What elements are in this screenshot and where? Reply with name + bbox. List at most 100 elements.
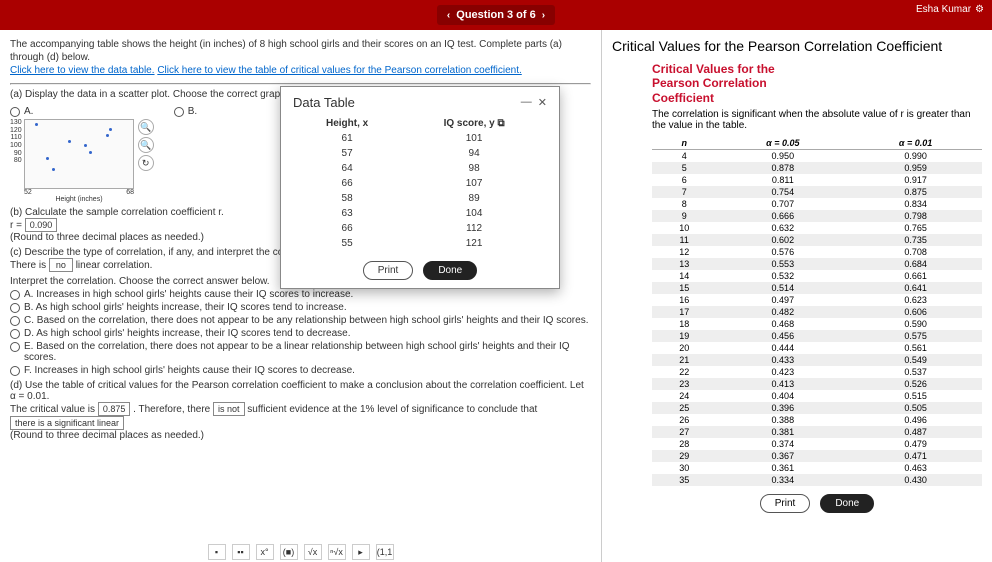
interp-opt-d[interactable]: D. As high school girls' heights increas… <box>10 328 591 339</box>
table-row: 110.6020.735 <box>652 234 982 246</box>
tool-more[interactable]: ▸ <box>352 544 370 560</box>
cell-n: 11 <box>652 234 716 246</box>
close-icon[interactable]: ✕ <box>538 96 547 109</box>
radio-c-d[interactable] <box>10 329 20 339</box>
is-not-dropdown[interactable]: is not <box>213 402 245 416</box>
tool-nth-root[interactable]: ⁿ√x <box>328 544 346 560</box>
table-row: 100.6320.765 <box>652 222 982 234</box>
cell-05: 0.396 <box>716 402 849 414</box>
cell-01: 0.515 <box>849 390 982 402</box>
interp-opt-f[interactable]: F. Increases in high school girls' heigh… <box>10 365 591 376</box>
tool-sqrt[interactable]: √x <box>304 544 322 560</box>
cell-n: 13 <box>652 258 716 270</box>
cell-01: 0.606 <box>849 306 982 318</box>
r-value-input[interactable]: 0.090 <box>25 218 58 232</box>
cell-n: 15 <box>652 282 716 294</box>
table-row: 260.3880.496 <box>652 414 982 426</box>
radio-c-f[interactable] <box>10 366 20 376</box>
scatter-plot-a[interactable] <box>24 119 134 189</box>
tool-point[interactable]: (1,1 <box>376 544 394 560</box>
next-question-button[interactable]: › <box>542 10 545 21</box>
option-a-row[interactable]: A. <box>10 106 154 117</box>
cell-n: 22 <box>652 366 716 378</box>
radio-c-a[interactable] <box>10 290 20 300</box>
interp-opt-a[interactable]: A. Increases in high school girls' heigh… <box>10 289 591 300</box>
prev-question-button[interactable]: ‹ <box>447 10 450 21</box>
correlation-type-dropdown[interactable]: no <box>49 258 73 272</box>
table-row: 220.4230.537 <box>652 366 982 378</box>
table-row: 5889 <box>293 191 547 206</box>
cell-n: 5 <box>652 162 716 174</box>
table-row: 290.3670.471 <box>652 450 982 462</box>
cell-05: 0.444 <box>716 342 849 354</box>
cell-05: 0.666 <box>716 210 849 222</box>
cell-y: 121 <box>401 236 547 251</box>
radio-b[interactable] <box>174 107 184 117</box>
table-row: 230.4130.526 <box>652 378 982 390</box>
intro-text: The accompanying table shows the height … <box>10 39 562 63</box>
cell-01: 0.623 <box>849 294 982 306</box>
critical-value-input[interactable]: 0.875 <box>98 402 131 416</box>
reset-icon[interactable]: ↻ <box>138 155 154 171</box>
copy-icon[interactable]: ⧉ <box>497 118 504 129</box>
table-row: 60.8110.917 <box>652 174 982 186</box>
cell-05: 0.456 <box>716 330 849 342</box>
table-row: 250.3960.505 <box>652 402 982 414</box>
radio-a[interactable] <box>10 107 20 117</box>
view-critical-values-link[interactable]: Click here to view the table of critical… <box>157 65 521 76</box>
cell-n: 24 <box>652 390 716 402</box>
settings-icon[interactable]: ⚙ <box>975 4 984 15</box>
radio-c-e[interactable] <box>10 342 20 352</box>
cell-01: 0.708 <box>849 246 982 258</box>
interp-opt-c[interactable]: C. Based on the correlation, there does … <box>10 315 591 326</box>
table-row: 240.4040.515 <box>652 390 982 402</box>
part-d-prompt: (d) Use the table of critical values for… <box>10 380 591 402</box>
cell-n: 20 <box>652 342 716 354</box>
interp-opt-b[interactable]: B. As high school girls' heights increas… <box>10 302 591 313</box>
cell-05: 0.413 <box>716 378 849 390</box>
radio-c-b[interactable] <box>10 303 20 313</box>
conclusion-dropdown[interactable]: there is a significant linear <box>10 416 124 430</box>
cell-n: 27 <box>652 426 716 438</box>
cell-05: 0.553 <box>716 258 849 270</box>
tool-1[interactable]: ▪ <box>208 544 226 560</box>
table-row: 140.5320.661 <box>652 270 982 282</box>
tool-paren[interactable]: (■) <box>280 544 298 560</box>
radio-c-c[interactable] <box>10 316 20 326</box>
tool-exponent[interactable]: x° <box>256 544 274 560</box>
cell-01: 0.463 <box>849 462 982 474</box>
cell-01: 0.590 <box>849 318 982 330</box>
right-done-button[interactable]: Done <box>820 494 874 513</box>
table-row: 55121 <box>293 236 547 251</box>
cell-n: 4 <box>652 150 716 163</box>
cell-01: 0.661 <box>849 270 982 282</box>
x-tick: 68 <box>126 189 134 196</box>
question-panel: The accompanying table shows the height … <box>0 30 602 562</box>
cell-n: 10 <box>652 222 716 234</box>
view-data-table-link[interactable]: Click here to view the data table. <box>10 65 155 76</box>
cell-01: 0.549 <box>849 354 982 366</box>
magnify-icon[interactable]: 🔍 <box>138 119 154 135</box>
right-print-button[interactable]: Print <box>760 494 811 513</box>
modal-done-button[interactable]: Done <box>423 261 477 280</box>
cell-x: 66 <box>293 221 401 236</box>
table-row: 190.4560.575 <box>652 330 982 342</box>
table-row: 50.8780.959 <box>652 162 982 174</box>
minimize-icon[interactable]: — <box>521 96 532 109</box>
table-row: 70.7540.875 <box>652 186 982 198</box>
x-axis-label: Height (inches) <box>24 196 134 203</box>
tool-2[interactable]: ▪▪ <box>232 544 250 560</box>
cell-05: 0.388 <box>716 414 849 426</box>
data-table: Height, x IQ score, y ⧉ 6110157946498661… <box>293 116 547 251</box>
cell-05: 0.433 <box>716 354 849 366</box>
option-b-row[interactable]: B. <box>174 106 197 117</box>
cell-n: 7 <box>652 186 716 198</box>
interp-b-text: B. As high school girls' heights increas… <box>24 302 347 313</box>
zoom-icon[interactable]: 🔍 <box>138 137 154 153</box>
cell-05: 0.423 <box>716 366 849 378</box>
modal-print-button[interactable]: Print <box>363 261 414 280</box>
cell-05: 0.404 <box>716 390 849 402</box>
interp-opt-e[interactable]: E. Based on the correlation, there does … <box>10 341 591 363</box>
table-row: 200.4440.561 <box>652 342 982 354</box>
interp-d-text: D. As high school girls' heights increas… <box>24 328 351 339</box>
